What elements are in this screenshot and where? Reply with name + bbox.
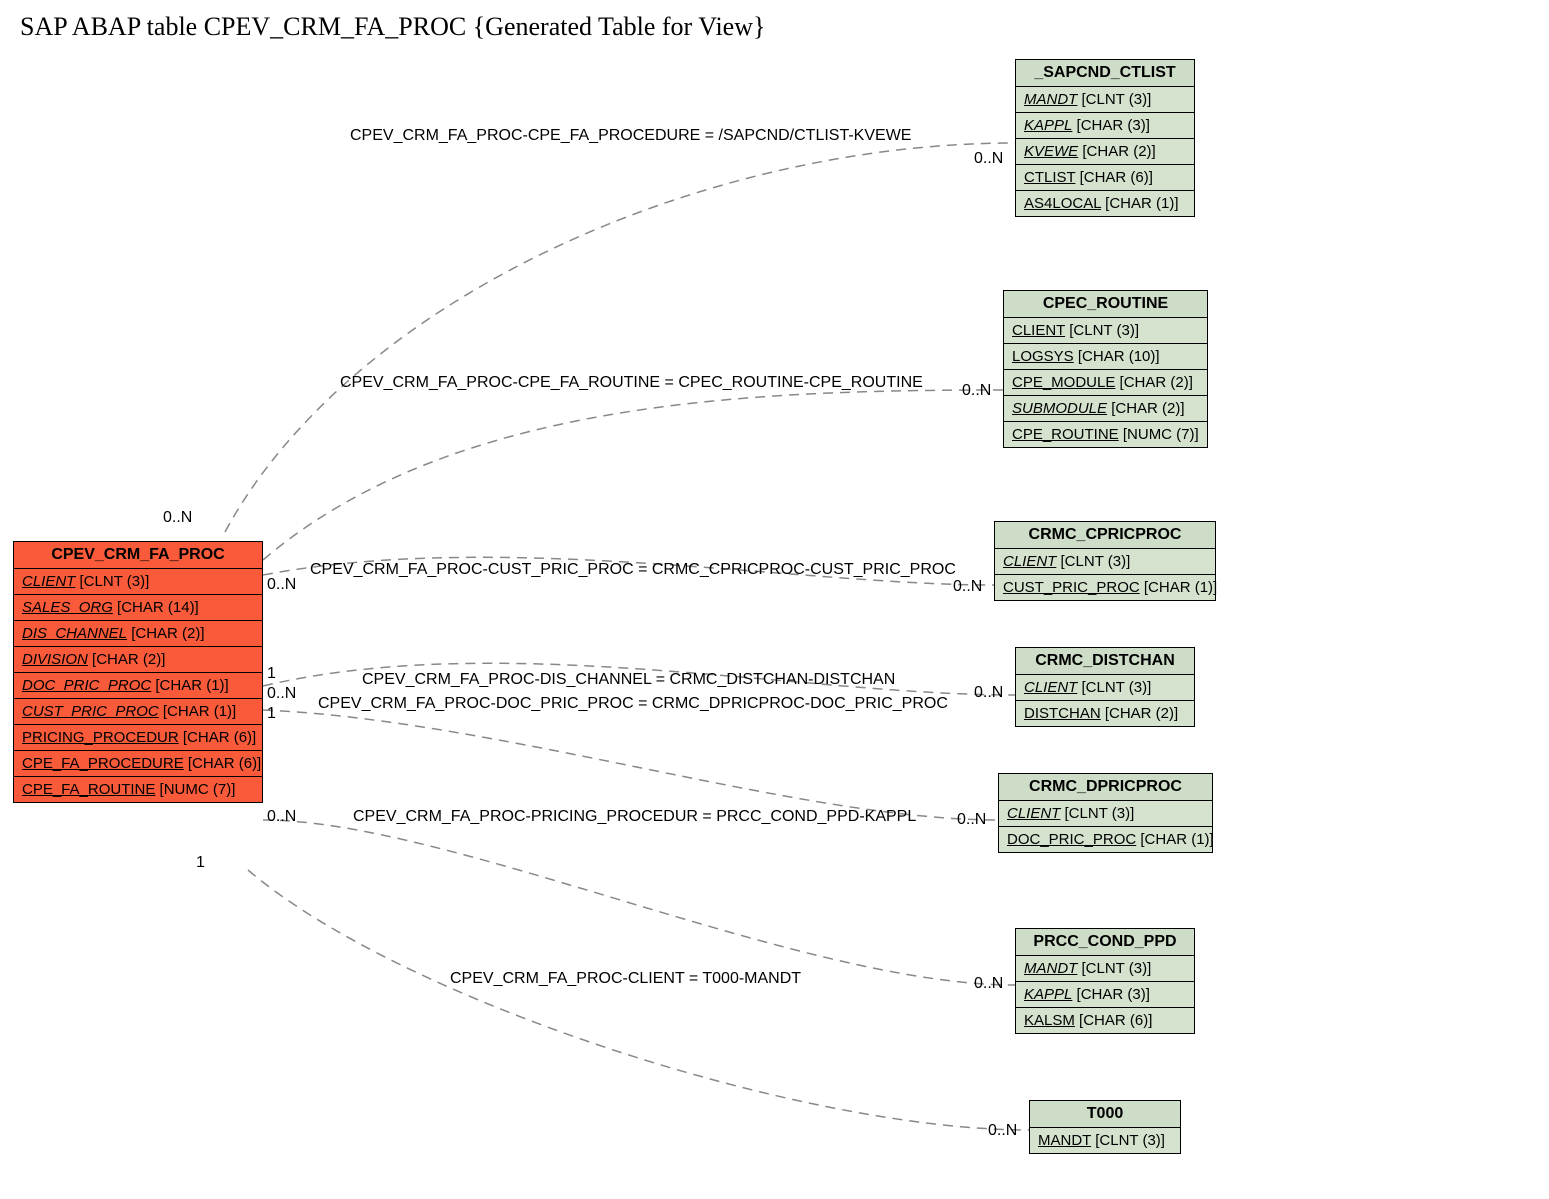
entity-main-field: PRICING_PROCEDUR [CHAR (6)] — [14, 725, 262, 751]
relation-label: CPEV_CRM_FA_PROC-PRICING_PROCEDUR = PRCC… — [353, 808, 916, 826]
entity-main-field: DOC_PRIC_PROC [CHAR (1)] — [14, 673, 262, 699]
cardinality: 0..N — [957, 811, 986, 829]
entity-main-field: DIS_CHANNEL [CHAR (2)] — [14, 621, 262, 647]
relation-label: CPEV_CRM_FA_PROC-CPE_FA_PROCEDURE = /SAP… — [350, 127, 911, 145]
entity-header: CRMC_CPRICPROC — [995, 522, 1215, 549]
entity-field: KVEWE [CHAR (2)] — [1016, 139, 1194, 165]
entity-crmc-dpricproc: CRMC_DPRICPROC CLIENT [CLNT (3)] DOC_PRI… — [998, 773, 1213, 853]
entity-crmc-distchan: CRMC_DISTCHAN CLIENT [CLNT (3)] DISTCHAN… — [1015, 647, 1195, 727]
entity-main-field: SALES_ORG [CHAR (14)] — [14, 595, 262, 621]
entity-t000: T000 MANDT [CLNT (3)] — [1029, 1100, 1181, 1154]
relation-label: CPEV_CRM_FA_PROC-CUST_PRIC_PROC = CRMC_C… — [310, 561, 956, 579]
entity-main-field: DIVISION [CHAR (2)] — [14, 647, 262, 673]
entity-field: CLIENT [CLNT (3)] — [1004, 318, 1207, 344]
entity-prcc-cond-ppd: PRCC_COND_PPD MANDT [CLNT (3)] KAPPL [CH… — [1015, 928, 1195, 1034]
cardinality: 1 — [196, 854, 205, 872]
entity-field: CUST_PRIC_PROC [CHAR (1)] — [995, 575, 1215, 600]
entity-sapcnd-ctlist: _SAPCND_CTLIST MANDT [CLNT (3)] KAPPL [C… — [1015, 59, 1195, 217]
cardinality: 1 — [267, 705, 276, 723]
entity-field: CPE_MODULE [CHAR (2)] — [1004, 370, 1207, 396]
cardinality: 0..N — [267, 808, 296, 826]
entity-field: CPE_ROUTINE [NUMC (7)] — [1004, 422, 1207, 447]
entity-main-header: CPEV_CRM_FA_PROC — [14, 542, 262, 569]
entity-field: SUBMODULE [CHAR (2)] — [1004, 396, 1207, 422]
cardinality: 1 — [267, 665, 276, 683]
entity-main-field: CLIENT [CLNT (3)] — [14, 569, 262, 595]
relation-label: CPEV_CRM_FA_PROC-DOC_PRIC_PROC = CRMC_DP… — [318, 695, 948, 713]
entity-header: _SAPCND_CTLIST — [1016, 60, 1194, 87]
cardinality: 0..N — [267, 685, 296, 703]
entity-main-field: CPE_FA_PROCEDURE [CHAR (6)] — [14, 751, 262, 777]
entity-header: CRMC_DPRICPROC — [999, 774, 1212, 801]
entity-main: CPEV_CRM_FA_PROC CLIENT [CLNT (3)] SALES… — [13, 541, 263, 803]
entity-main-field: CUST_PRIC_PROC [CHAR (1)] — [14, 699, 262, 725]
entity-header: T000 — [1030, 1101, 1180, 1128]
page-title: SAP ABAP table CPEV_CRM_FA_PROC {Generat… — [20, 12, 765, 42]
entity-field: CLIENT [CLNT (3)] — [995, 549, 1215, 575]
entity-field: CTLIST [CHAR (6)] — [1016, 165, 1194, 191]
cardinality: 0..N — [953, 578, 982, 596]
entity-field: MANDT [CLNT (3)] — [1016, 87, 1194, 113]
relation-label: CPEV_CRM_FA_PROC-DIS_CHANNEL = CRMC_DIST… — [362, 671, 895, 689]
entity-field: CLIENT [CLNT (3)] — [999, 801, 1212, 827]
cardinality: 0..N — [974, 684, 1003, 702]
entity-field: MANDT [CLNT (3)] — [1030, 1128, 1180, 1153]
entity-field: LOGSYS [CHAR (10)] — [1004, 344, 1207, 370]
entity-field: KAPPL [CHAR (3)] — [1016, 982, 1194, 1008]
cardinality: 0..N — [974, 975, 1003, 993]
cardinality: 0..N — [163, 509, 192, 527]
entity-cpec-routine: CPEC_ROUTINE CLIENT [CLNT (3)] LOGSYS [C… — [1003, 290, 1208, 448]
entity-field: CLIENT [CLNT (3)] — [1016, 675, 1194, 701]
cardinality: 0..N — [962, 382, 991, 400]
entity-header: PRCC_COND_PPD — [1016, 929, 1194, 956]
entity-main-field: CPE_FA_ROUTINE [NUMC (7)] — [14, 777, 262, 802]
entity-crmc-cpricproc: CRMC_CPRICPROC CLIENT [CLNT (3)] CUST_PR… — [994, 521, 1216, 601]
relation-label: CPEV_CRM_FA_PROC-CLIENT = T000-MANDT — [450, 970, 801, 988]
entity-field: KAPPL [CHAR (3)] — [1016, 113, 1194, 139]
entity-field: MANDT [CLNT (3)] — [1016, 956, 1194, 982]
entity-header: CRMC_DISTCHAN — [1016, 648, 1194, 675]
entity-field: DISTCHAN [CHAR (2)] — [1016, 701, 1194, 726]
cardinality: 0..N — [974, 150, 1003, 168]
entity-field: DOC_PRIC_PROC [CHAR (1)] — [999, 827, 1212, 852]
entity-field: KALSM [CHAR (6)] — [1016, 1008, 1194, 1033]
cardinality: 0..N — [988, 1122, 1017, 1140]
relation-label: CPEV_CRM_FA_PROC-CPE_FA_ROUTINE = CPEC_R… — [340, 374, 923, 392]
entity-field: AS4LOCAL [CHAR (1)] — [1016, 191, 1194, 216]
entity-header: CPEC_ROUTINE — [1004, 291, 1207, 318]
cardinality: 0..N — [267, 576, 296, 594]
